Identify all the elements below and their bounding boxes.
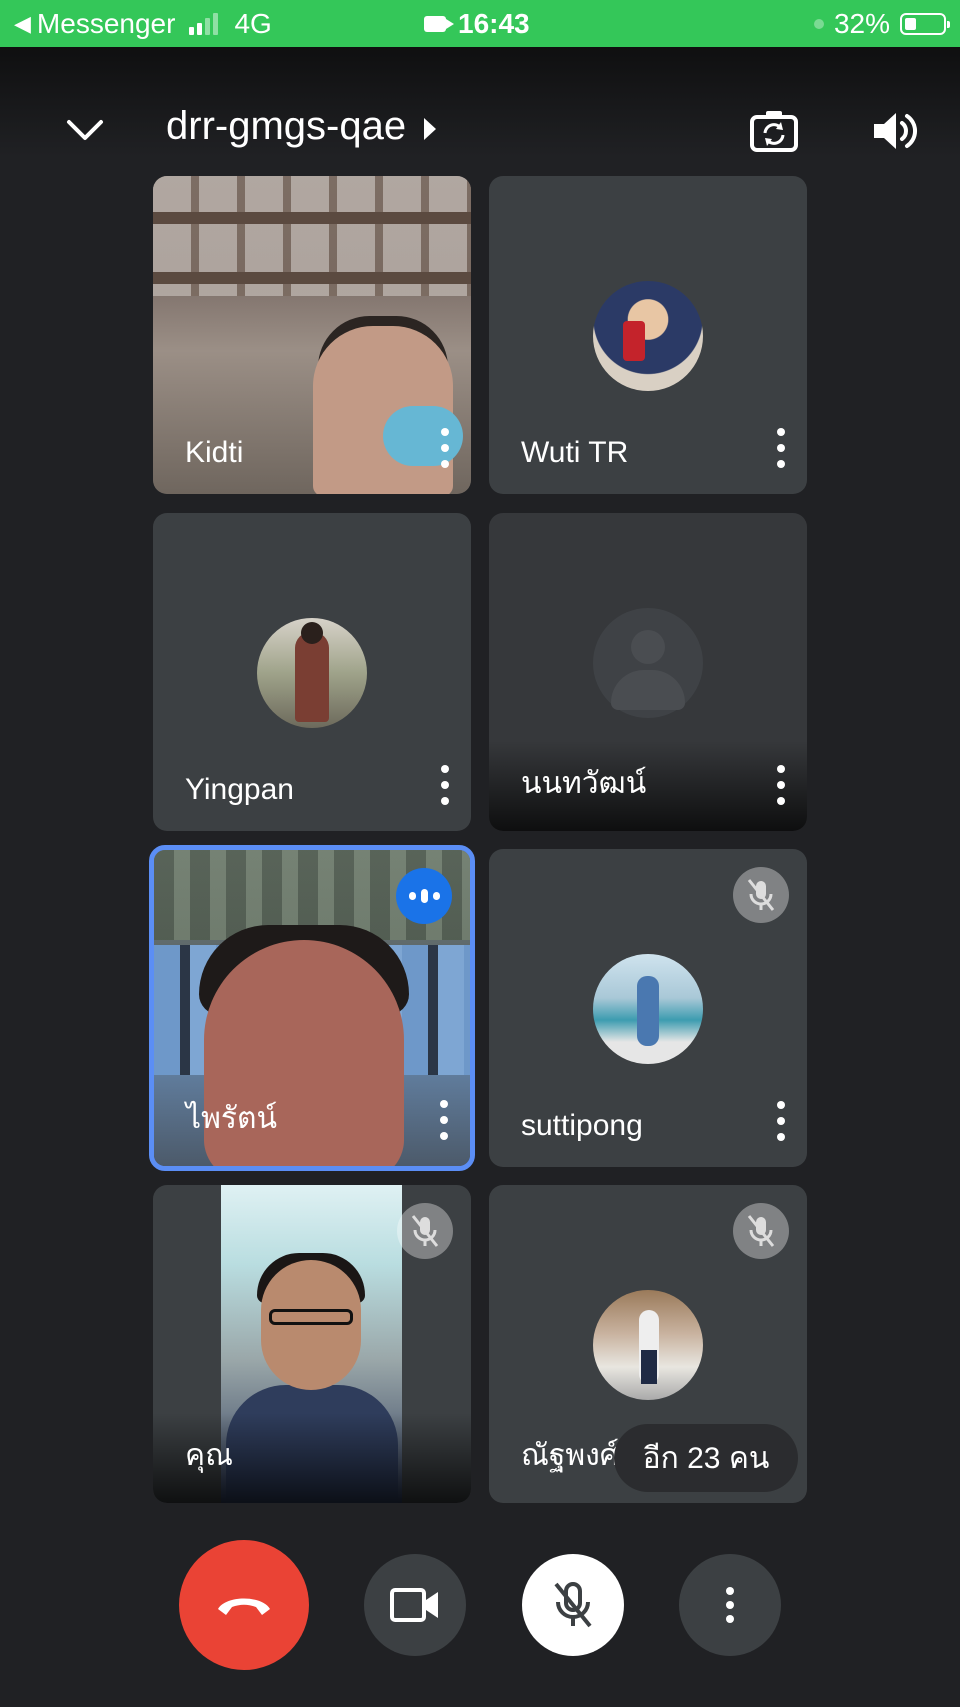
- caret-right-icon: [424, 117, 437, 140]
- video-call-icon: [424, 16, 454, 32]
- participant-options-button[interactable]: [771, 765, 791, 805]
- back-app-label: Messenger: [36, 8, 176, 39]
- switch-camera-button[interactable]: [748, 105, 800, 157]
- participant-tile[interactable]: Yingpan: [153, 513, 471, 831]
- meeting-code: drr-gmgs-qae: [166, 104, 407, 148]
- avatar-placeholder-icon: [593, 608, 703, 718]
- network-label: 4G: [234, 8, 272, 39]
- participant-name: Kidti: [185, 436, 244, 469]
- participant-options-button[interactable]: [771, 1101, 791, 1141]
- hang-up-icon: [218, 1598, 270, 1615]
- participant-options-button[interactable]: [435, 765, 455, 805]
- back-to-app[interactable]: ◀ Messenger 4G: [14, 8, 272, 40]
- mic-off-icon: [733, 1203, 789, 1259]
- clock: 16:43: [458, 8, 530, 39]
- participant-name: Yingpan: [185, 773, 294, 806]
- participant-options-button[interactable]: [771, 428, 791, 468]
- signal-icon: [189, 13, 219, 35]
- back-arrow-icon: ◀: [14, 11, 31, 36]
- collapse-button[interactable]: [58, 108, 112, 152]
- meeting-info-button[interactable]: drr-gmgs-qae: [166, 104, 437, 149]
- more-participants-button[interactable]: อีก 23 คน: [614, 1424, 798, 1492]
- avatar: [593, 281, 703, 391]
- mic-off-icon: [733, 867, 789, 923]
- indicator-dot-icon: [813, 19, 824, 29]
- battery-percent: 32%: [833, 8, 890, 39]
- status-center: 16:43: [424, 8, 530, 40]
- participant-tile[interactable]: นนทวัฒน์: [489, 513, 807, 831]
- microphone-toggle-button[interactable]: [522, 1554, 624, 1656]
- avatar: [257, 618, 367, 728]
- more-options-button[interactable]: [679, 1554, 781, 1656]
- more-vert-icon: [726, 1587, 734, 1623]
- participant-options-button[interactable]: [434, 1100, 454, 1140]
- battery-icon: [900, 13, 950, 35]
- participant-tile[interactable]: Kidti: [153, 176, 471, 494]
- self-view-tile[interactable]: คุณ: [153, 1185, 471, 1503]
- participant-tile-active-speaker[interactable]: ไพรัตน์: [149, 845, 475, 1171]
- mic-off-icon: [397, 1203, 453, 1259]
- participant-name: คุณ: [185, 1439, 233, 1472]
- participant-options-button[interactable]: [435, 428, 455, 468]
- participant-name: ไพรัตน์: [186, 1102, 277, 1135]
- participant-tile[interactable]: Wuti TR: [489, 176, 807, 494]
- mic-off-icon: [554, 1582, 592, 1628]
- header-background: [0, 47, 960, 157]
- camera-flip-icon: [750, 111, 798, 152]
- camera-toggle-button[interactable]: [364, 1554, 466, 1656]
- participant-name: นนทวัฒน์: [521, 767, 647, 800]
- participant-name: suttipong: [521, 1109, 643, 1142]
- status-right: 32%: [813, 8, 950, 40]
- participant-tile[interactable]: suttipong: [489, 849, 807, 1167]
- avatar: [593, 1290, 703, 1400]
- speaker-icon: [874, 113, 917, 149]
- speaking-indicator-icon: [396, 868, 452, 924]
- avatar: [593, 954, 703, 1064]
- end-call-button[interactable]: [179, 1540, 309, 1670]
- audio-output-button[interactable]: [870, 106, 920, 156]
- participant-name: ณัฐพงศ์: [521, 1439, 619, 1472]
- participant-name: Wuti TR: [521, 436, 629, 469]
- chevron-down-icon: [67, 120, 103, 140]
- video-camera-icon: [390, 1588, 438, 1622]
- status-bar: ◀ Messenger 4G 16:43 32%: [0, 0, 960, 47]
